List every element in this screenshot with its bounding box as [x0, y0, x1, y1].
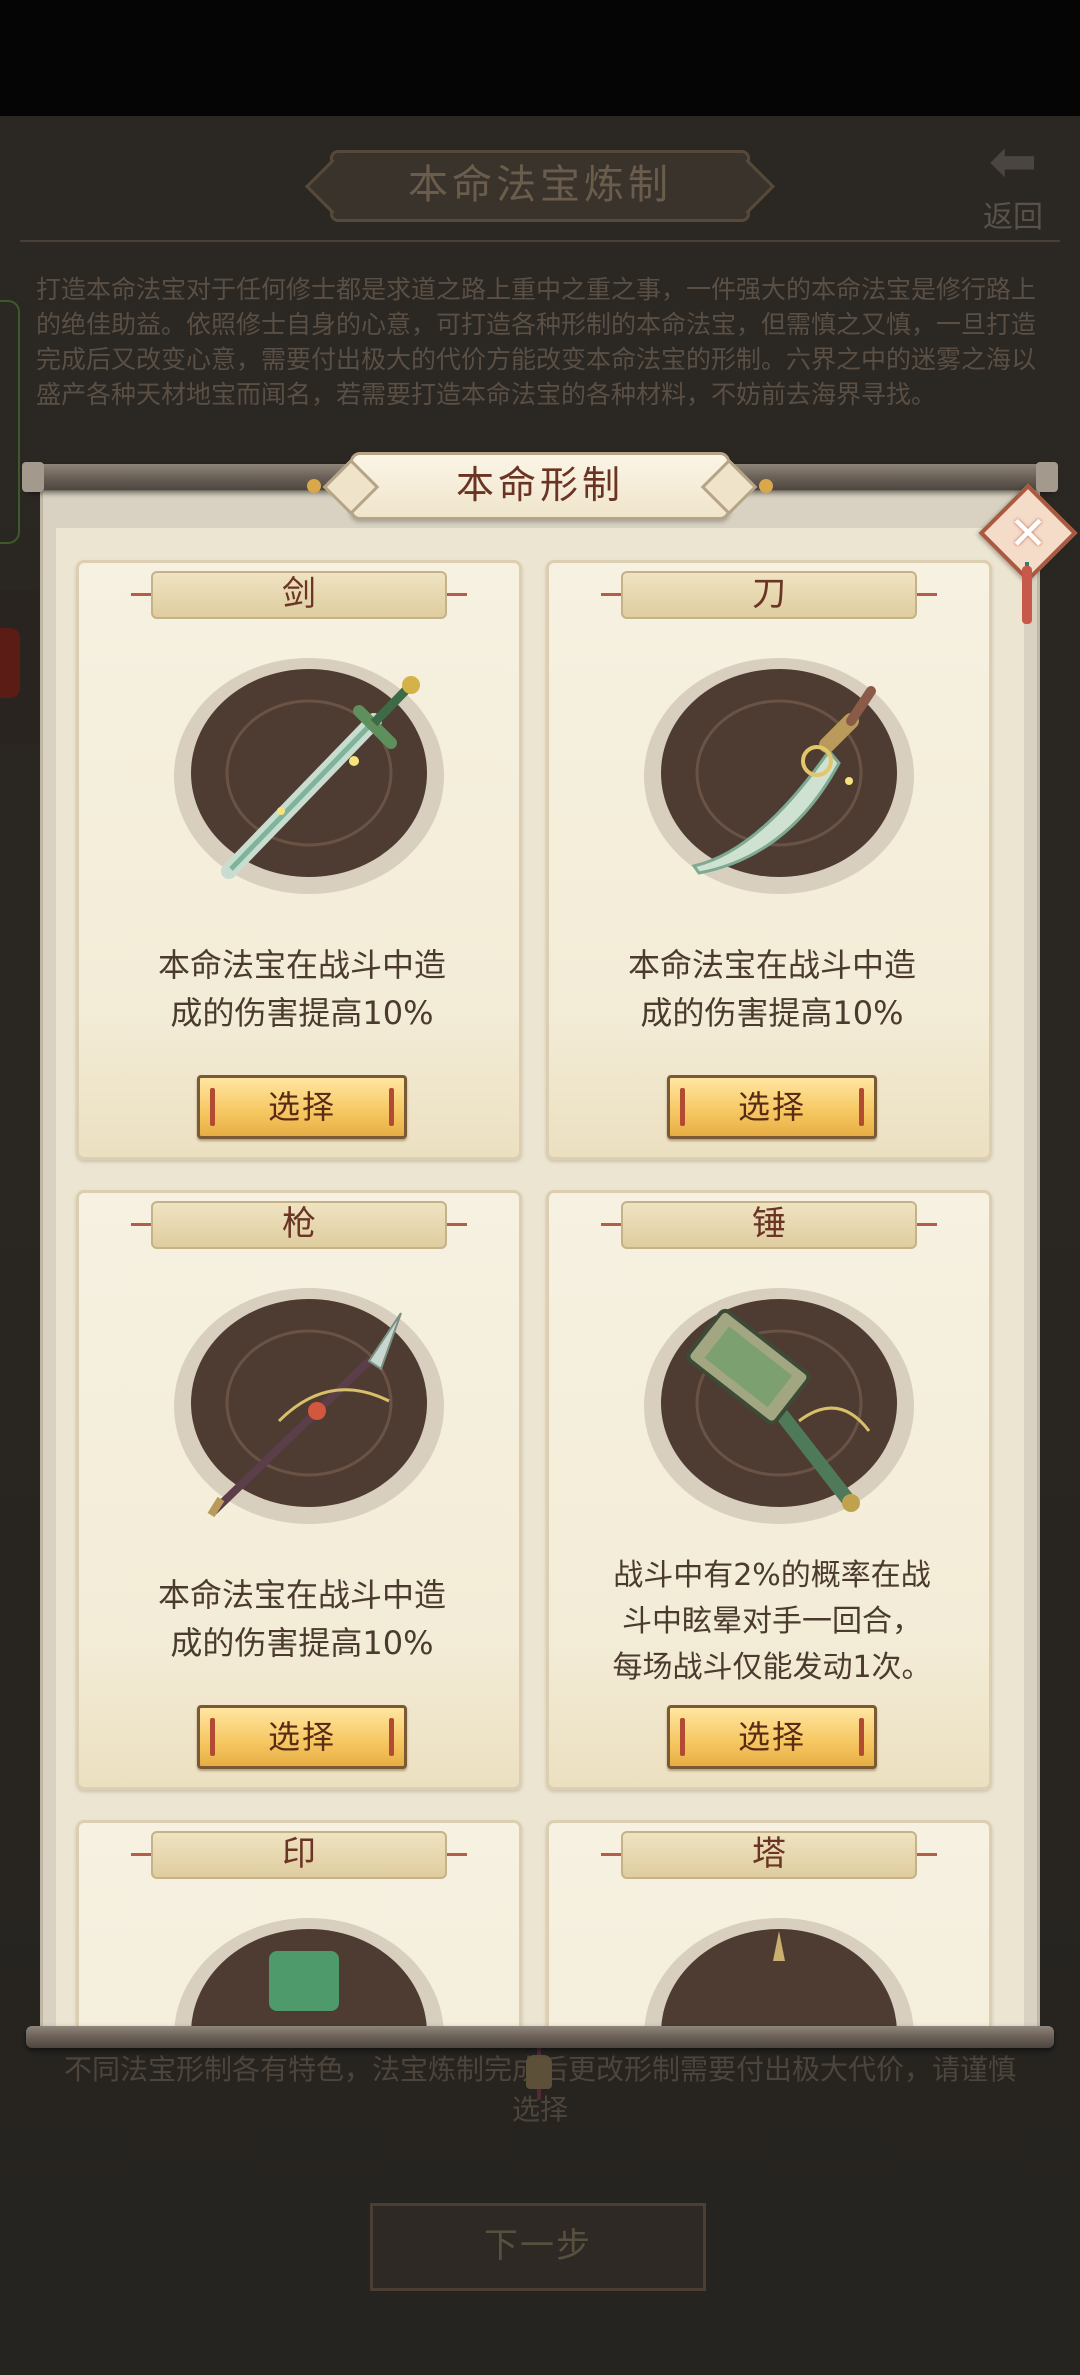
- shape-select-modal: 剑 本命法宝在战斗中造 成的伤害提高10% 选择 刀 本命法宝在战斗中造 成的伤…: [40, 488, 1040, 2030]
- card-sword: 剑 本命法宝在战斗中造 成的伤害提高10% 选择: [76, 560, 522, 1160]
- card-description: 本命法宝在战斗中造 成的伤害提高10%: [99, 941, 505, 1037]
- desc-line: 本命法宝在战斗中造: [157, 946, 446, 984]
- card-saber: 刀 本命法宝在战斗中造 成的伤害提高10% 选择: [546, 560, 992, 1160]
- card-title: 塔: [601, 1831, 937, 1879]
- hammer-icon: [644, 1288, 914, 1524]
- desc-line: 本命法宝在战斗中造: [157, 1576, 446, 1614]
- status-bar: [0, 0, 1080, 116]
- back-arrow-icon: ⬅: [988, 127, 1038, 195]
- ornament-icon: [759, 479, 773, 493]
- back-button[interactable]: ⬅ 返回: [968, 127, 1058, 235]
- card-spear: 枪 本命法宝在战斗中造 成的伤害提高10% 选择: [76, 1190, 522, 1790]
- next-step-button[interactable]: 下一步: [370, 2203, 706, 2291]
- select-button[interactable]: 选择: [197, 1705, 407, 1769]
- ornament-icon: [307, 479, 321, 493]
- desc-line: 成的伤害提高10%: [640, 994, 904, 1032]
- card-title: 刀: [601, 571, 937, 619]
- desc-line: 斗中眩晕对手一回合，: [622, 1604, 922, 1639]
- card-pagoda: 塔: [546, 1820, 992, 2030]
- desc-line: 战斗中有2%的概率在战: [613, 1558, 931, 1593]
- bell-icon: [526, 2055, 552, 2089]
- tassel-icon: [1022, 566, 1032, 624]
- card-title: 印: [131, 1831, 467, 1879]
- back-label: 返回: [983, 200, 1043, 235]
- desc-line: 成的伤害提高10%: [170, 994, 434, 1032]
- modal-title: 本命形制: [307, 452, 773, 520]
- card-hammer: 锤 战斗中有2%的概率在战 斗中眩晕对手一回合， 每场战斗仅能发动1次。 选择: [546, 1190, 992, 1790]
- spear-icon: [174, 1288, 444, 1524]
- select-button[interactable]: 选择: [667, 1705, 877, 1769]
- card-description: 本命法宝在战斗中造 成的伤害提高10%: [569, 941, 975, 1037]
- divider: [20, 240, 1060, 242]
- saber-icon: [644, 658, 914, 894]
- side-tab[interactable]: [0, 300, 20, 544]
- desc-line: 成的伤害提高10%: [170, 1624, 434, 1662]
- card-description: 本命法宝在战斗中造 成的伤害提高10%: [99, 1571, 505, 1667]
- card-description: 战斗中有2%的概率在战 斗中眩晕对手一回合， 每场战斗仅能发动1次。: [569, 1553, 975, 1691]
- select-button[interactable]: 选择: [197, 1075, 407, 1139]
- intro-text: 打造本命法宝对于任何修士都是求道之路上重中之重之事，一件强大的本命法宝是修行路上…: [36, 275, 1037, 409]
- select-button[interactable]: 选择: [667, 1075, 877, 1139]
- pagoda-icon: [644, 1918, 914, 2030]
- close-icon: ✕: [1008, 506, 1048, 560]
- card-title: 剑: [131, 571, 467, 619]
- sword-icon: [174, 658, 444, 894]
- seal-icon: [174, 1918, 444, 2030]
- scroll-rod-cap: [1036, 462, 1058, 492]
- scroll-rod-cap: [22, 462, 44, 492]
- scroll-rod-bottom: [26, 2026, 1054, 2048]
- desc-line: 本命法宝在战斗中造: [627, 946, 916, 984]
- card-scroll-area[interactable]: 剑 本命法宝在战斗中造 成的伤害提高10% 选择 刀 本命法宝在战斗中造 成的伤…: [56, 528, 1024, 2030]
- card-seal: 印: [76, 1820, 522, 2030]
- card-title: 枪: [131, 1201, 467, 1249]
- page-title: 本命法宝炼制: [330, 150, 750, 222]
- card-title: 锤: [601, 1201, 937, 1249]
- modal-title-text: 本命形制: [455, 463, 624, 507]
- desc-line: 每场战斗仅能发动1次。: [612, 1650, 932, 1685]
